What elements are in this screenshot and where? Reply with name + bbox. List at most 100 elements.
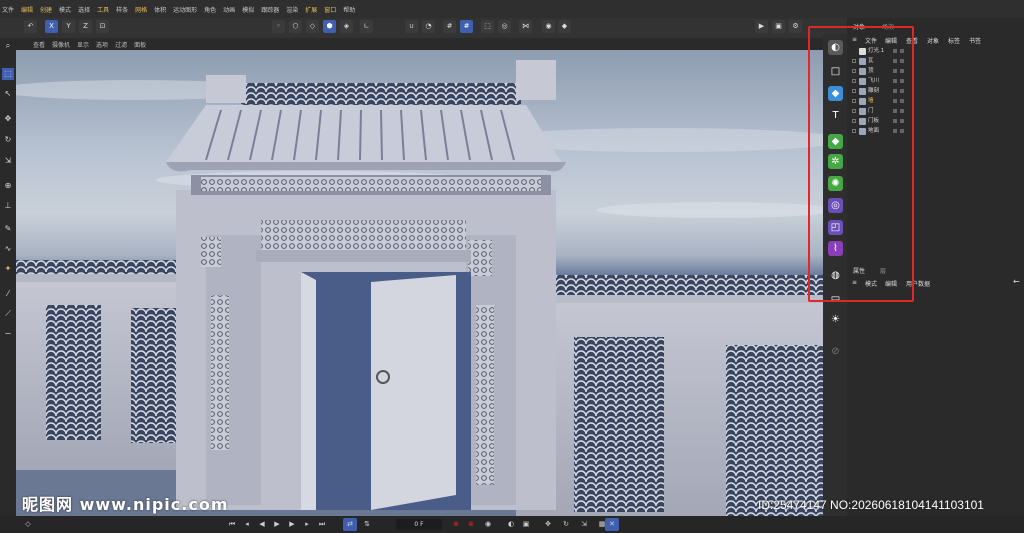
menu-help[interactable]: 帮助 — [343, 5, 355, 14]
menu-window[interactable]: 窗口 — [324, 5, 336, 14]
menu-create[interactable]: 创建 — [40, 5, 52, 14]
keyframe-diamond-icon[interactable]: ◇ — [22, 518, 34, 531]
viewport-menu-options[interactable]: 选项 — [96, 40, 108, 49]
menu-edit[interactable]: 编辑 — [21, 5, 33, 14]
menu-character[interactable]: 角色 — [204, 5, 216, 14]
magnet-icon[interactable]: ∪ — [405, 20, 418, 33]
keyframe-selection-icon[interactable]: ◉ — [482, 518, 494, 531]
door-leaf-left — [301, 272, 316, 510]
next-frame-icon[interactable]: ▶ — [286, 518, 298, 531]
right-carved-panel — [476, 305, 494, 485]
point-level-key-icon[interactable]: ✕ — [605, 518, 619, 531]
record-settings-icon[interactable]: ▣ — [520, 518, 532, 531]
light-icon[interactable]: ☀ — [828, 312, 843, 327]
viewport-menu-display[interactable]: 显示 — [77, 40, 89, 49]
smooth-icon[interactable]: ∽ — [2, 328, 14, 340]
rotation-key-icon[interactable]: ↻ — [560, 518, 572, 531]
viewport-menu-filter[interactable]: 过滤 — [115, 40, 127, 49]
scale-key-icon[interactable]: ⇲ — [578, 518, 590, 531]
zoom-icon[interactable]: ⌕ — [2, 40, 14, 52]
texture-mode-icon[interactable]: ◈ — [340, 20, 353, 33]
highlight-box — [808, 26, 914, 302]
rotate-icon[interactable]: ↻ — [2, 134, 14, 146]
previous-key-icon[interactable]: ◂ — [241, 518, 253, 531]
menu-bar: 文件 编辑 创建 模式 选择 工具 样条 网格 体积 运动图形 角色 动画 模拟… — [0, 0, 1024, 18]
3d-viewport[interactable] — [16, 50, 823, 516]
symmetry-icon[interactable]: ⋈ — [519, 20, 532, 33]
menu-file[interactable]: 文件 — [2, 5, 14, 14]
points-mode-icon[interactable]: ◦ — [272, 20, 285, 33]
viewport-solo-icon[interactable]: ◆ — [558, 20, 571, 33]
right-wall-window-1 — [574, 337, 664, 512]
axis-z-button[interactable]: Z — [79, 20, 92, 33]
knife-icon[interactable]: ⟋ — [2, 308, 14, 320]
edges-mode-icon[interactable]: ⬡ — [289, 20, 302, 33]
render-picture-viewer-icon[interactable]: ▣ — [772, 20, 785, 33]
previous-frame-icon[interactable]: ◀ — [256, 518, 268, 531]
menu-spline[interactable]: 样条 — [116, 5, 128, 14]
play-icon[interactable]: ▶ — [271, 518, 283, 531]
selection-filter-icon[interactable]: ◉ — [542, 20, 555, 33]
menu-tracker[interactable]: 跟踪器 — [261, 5, 279, 14]
watermark-id: ID:25474147 NO:20260618104141103101 — [758, 498, 984, 512]
menu-volume[interactable]: 体积 — [154, 5, 166, 14]
paint-icon[interactable]: ✦ — [2, 263, 14, 275]
menu-tools[interactable]: 工具 — [97, 5, 109, 14]
menu-mesh[interactable]: 网格 — [135, 5, 147, 14]
grid-icon[interactable]: # — [443, 20, 456, 33]
go-to-end-icon[interactable]: ⏭ — [316, 518, 328, 531]
menu-render[interactable]: 渲染 — [286, 5, 298, 14]
snap-icon[interactable]: ∟ — [360, 20, 373, 33]
viewport-menu-cameras[interactable]: 摄像机 — [52, 40, 70, 49]
menu-simulate[interactable]: 模拟 — [242, 5, 254, 14]
left-carved-panel — [211, 295, 229, 450]
menu-select[interactable]: 选择 — [78, 5, 90, 14]
menu-extensions[interactable]: 扩展 — [305, 5, 317, 14]
loop-icon[interactable]: ⇄ — [343, 518, 357, 531]
position-key-icon[interactable]: ✥ — [542, 518, 554, 531]
back-arrow-icon[interactable]: ← — [1013, 277, 1020, 286]
right-wall-window-2 — [726, 345, 823, 516]
next-key-icon[interactable]: ▸ — [301, 518, 313, 531]
model-mode-icon[interactable]: ⬢ — [323, 20, 336, 33]
coordinate-system-icon[interactable]: ⊡ — [96, 20, 109, 33]
axis-x-button[interactable]: X — [45, 20, 58, 33]
axis-y-button[interactable]: Y — [62, 20, 75, 33]
workplane-icon[interactable]: ◔ — [422, 20, 435, 33]
axis-icon[interactable]: ⊥ — [2, 200, 14, 212]
go-to-start-icon[interactable]: ⏮ — [226, 518, 238, 531]
spline-tool-icon[interactable]: ∿ — [2, 243, 14, 255]
disabled-tool-icon: ⊘ — [831, 346, 840, 357]
move-handle-icon[interactable]: ↖ — [2, 88, 14, 100]
om-menu-bookmarks[interactable]: 书签 — [969, 36, 981, 45]
transform-icon[interactable]: ⊕ — [2, 180, 14, 192]
viewport-menu-panel[interactable]: 面板 — [134, 40, 146, 49]
menu-mograph[interactable]: 运动图形 — [173, 5, 197, 14]
brush-icon[interactable]: ⁄ — [2, 288, 14, 300]
om-menu-object[interactable]: 对象 — [927, 36, 939, 45]
viewport-menu-view[interactable]: 查看 — [33, 40, 45, 49]
left-tool-palette: ⌕ ⬚ ↖ ✥ ↻ ⇲ ⊕ ⊥ ✎ ∿ ✦ ⁄ ⟋ ∽ — [0, 38, 16, 516]
scale-icon[interactable]: ⇲ — [2, 155, 14, 167]
autokey-icon[interactable]: ⊗ — [465, 518, 477, 531]
solo-icon[interactable]: ◎ — [498, 20, 511, 33]
render-view-icon[interactable]: ▶ — [755, 20, 768, 33]
roof-ridge — [241, 83, 521, 105]
move-icon[interactable]: ✥ — [2, 113, 14, 125]
viewport-menu: 查看 摄像机 显示 选项 过滤 面板 — [15, 38, 823, 50]
om-menu-tags[interactable]: 标签 — [948, 36, 960, 45]
menu-mode[interactable]: 模式 — [59, 5, 71, 14]
isolate-icon[interactable]: ⬚ — [481, 20, 494, 33]
live-selection-icon[interactable]: ⬚ — [2, 68, 14, 80]
undo-icon[interactable]: ↶ — [24, 20, 37, 33]
spline-pen-icon[interactable]: ✎ — [2, 223, 14, 235]
menu-animate[interactable]: 动画 — [223, 5, 235, 14]
record-icon[interactable]: ⊗ — [450, 518, 462, 531]
render-settings-icon[interactable]: ⚙ — [789, 20, 802, 33]
playback-rate-icon[interactable]: ⇅ — [360, 518, 374, 531]
current-frame-field[interactable]: 0 F — [396, 519, 442, 530]
polygons-mode-icon[interactable]: ◇ — [306, 20, 319, 33]
scene-render — [16, 60, 823, 516]
motion-record-icon[interactable]: ◐ — [505, 518, 517, 531]
grid-snap-icon[interactable]: # — [460, 20, 473, 33]
